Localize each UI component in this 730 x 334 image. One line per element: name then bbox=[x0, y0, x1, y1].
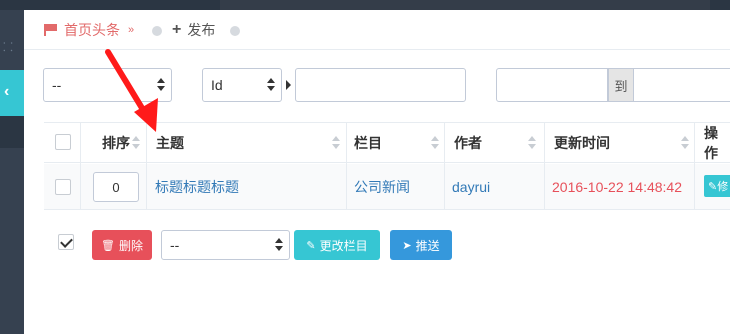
caret-right-icon bbox=[286, 80, 291, 90]
bulk-select-checkbox[interactable] bbox=[58, 234, 74, 250]
row-checkbox[interactable] bbox=[55, 179, 71, 195]
header-order[interactable]: 排序 bbox=[102, 123, 130, 163]
header-actions: 操作 bbox=[704, 125, 718, 161]
select-arrows-icon bbox=[157, 77, 165, 93]
double-chevron-down-icon[interactable]: » bbox=[128, 24, 134, 36]
target-category-select[interactable]: -- bbox=[161, 230, 290, 260]
select-arrows-icon bbox=[275, 237, 283, 253]
edit-icon: ✎ bbox=[306, 239, 316, 252]
date-range-separator: 到 bbox=[608, 68, 634, 102]
target-category-value: -- bbox=[170, 237, 180, 253]
sidebar-active-item[interactable]: ‹ bbox=[0, 70, 24, 116]
tab-publish[interactable]: + 发布 bbox=[172, 20, 215, 40]
filter-select[interactable]: -- bbox=[43, 68, 172, 102]
header-author[interactable]: 作者 bbox=[454, 123, 482, 163]
tab-publish-label: 发布 bbox=[187, 22, 216, 38]
plus-icon: + bbox=[172, 21, 182, 38]
sort-icon[interactable] bbox=[528, 135, 536, 151]
content-table: 排序 主题 栏目 作者 更新时间 操作 0 标题标题标题 公司新闻 dayrui… bbox=[44, 122, 730, 210]
select-all-checkbox[interactable] bbox=[55, 134, 71, 150]
field-select[interactable]: Id bbox=[202, 68, 282, 102]
sidebar-top bbox=[0, 0, 24, 10]
row-author-link[interactable]: dayrui bbox=[452, 164, 490, 210]
date-end-input[interactable] bbox=[633, 68, 730, 102]
main-content: 首页头条 » + 发布 -- Id 到 排序 主题 栏目 作者 更新时间 操作 … bbox=[24, 10, 730, 334]
separator-dot bbox=[230, 26, 240, 36]
tab-home-label: 首页头条 bbox=[64, 22, 120, 38]
field-select-value: Id bbox=[211, 77, 223, 93]
row-title-link[interactable]: 标题标题标题 bbox=[155, 164, 239, 210]
tab-home-headlines[interactable]: 首页头条 » bbox=[44, 20, 134, 40]
sidebar-edge-icon: ⸬ bbox=[3, 40, 13, 54]
row-edit-button[interactable]: ✎ 修 bbox=[704, 175, 730, 197]
edit-icon: ✎ bbox=[708, 180, 718, 193]
keyword-input[interactable] bbox=[295, 68, 466, 102]
header-updated[interactable]: 更新时间 bbox=[554, 123, 610, 163]
date-start-input[interactable] bbox=[496, 68, 608, 102]
delete-button[interactable]: 🗑 删除 bbox=[92, 230, 152, 260]
flag-icon bbox=[44, 24, 58, 36]
page-tabs: 首页头条 » + 发布 bbox=[24, 10, 730, 50]
separator-dot bbox=[152, 26, 162, 36]
sort-icon[interactable] bbox=[681, 135, 689, 151]
sort-icon[interactable] bbox=[332, 135, 340, 151]
top-navbar bbox=[24, 0, 730, 10]
send-icon: ➤ bbox=[402, 239, 412, 252]
sidebar: ⸬ ‹ bbox=[0, 0, 24, 334]
push-button[interactable]: ➤ 推送 bbox=[390, 230, 452, 260]
chevron-left-icon: ‹ bbox=[4, 83, 10, 100]
header-category[interactable]: 栏目 bbox=[354, 123, 382, 163]
sort-icon[interactable] bbox=[431, 135, 439, 151]
select-arrows-icon bbox=[267, 77, 275, 93]
order-input[interactable]: 0 bbox=[93, 172, 139, 202]
sidebar-item[interactable] bbox=[0, 116, 24, 148]
row-category-link[interactable]: 公司新闻 bbox=[354, 164, 410, 210]
change-category-button[interactable]: ✎ 更改栏目 bbox=[294, 230, 380, 260]
trash-icon: 🗑 bbox=[101, 239, 115, 252]
header-title[interactable]: 主题 bbox=[156, 123, 184, 163]
sort-icon[interactable] bbox=[132, 135, 140, 151]
row-updated-time: 2016-10-22 14:48:42 bbox=[552, 179, 682, 195]
filter-select-value: -- bbox=[52, 77, 62, 93]
